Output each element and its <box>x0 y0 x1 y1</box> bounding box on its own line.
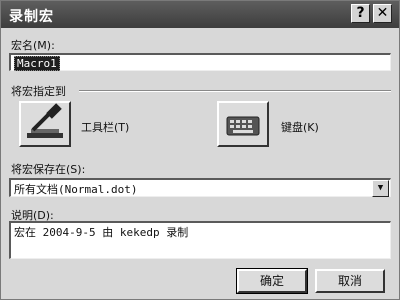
dialog-title: 录制宏 <box>9 9 54 25</box>
record-macro-dialog: 录制宏 ? ✕ 宏名(M): Macro1 将宏指定到 工具栏(T) 键盘(K)… <box>0 0 400 300</box>
description-value: 宏在 2004-9-5 由 kekedp 录制 <box>14 226 189 239</box>
store-macro-value: 所有文档(Normal.dot) <box>14 183 138 196</box>
keyboard-icon <box>226 116 260 136</box>
close-button[interactable]: ✕ <box>373 4 392 23</box>
keyboard-button[interactable] <box>217 101 269 147</box>
assign-macro-label: 将宏指定到 <box>11 85 66 98</box>
toolbar-label: 工具栏(T) <box>81 121 130 134</box>
group-divider <box>79 90 391 92</box>
store-macro-select[interactable]: 所有文档(Normal.dot) ▼ <box>9 178 391 197</box>
close-icon: ✕ <box>376 5 389 21</box>
help-button[interactable]: ? <box>351 4 370 23</box>
chevron-down-icon: ▼ <box>377 183 384 193</box>
cancel-button[interactable]: 取消 <box>315 269 385 293</box>
toolbar-button[interactable] <box>19 101 71 147</box>
description-textarea[interactable]: 宏在 2004-9-5 由 kekedp 录制 <box>9 221 391 259</box>
macro-name-input[interactable]: Macro1 <box>9 53 391 71</box>
macro-name-label: 宏名(M): <box>11 39 55 52</box>
ok-button[interactable]: 确定 <box>236 268 308 294</box>
hammer-icon <box>27 103 63 138</box>
help-icon: ? <box>356 5 365 21</box>
keyboard-label: 键盘(K) <box>281 121 319 134</box>
store-macro-label: 将宏保存在(S): <box>11 163 86 176</box>
macro-name-value: Macro1 <box>14 56 60 71</box>
dropdown-button[interactable]: ▼ <box>372 180 389 197</box>
title-bar: 录制宏 ? ✕ <box>1 1 399 28</box>
